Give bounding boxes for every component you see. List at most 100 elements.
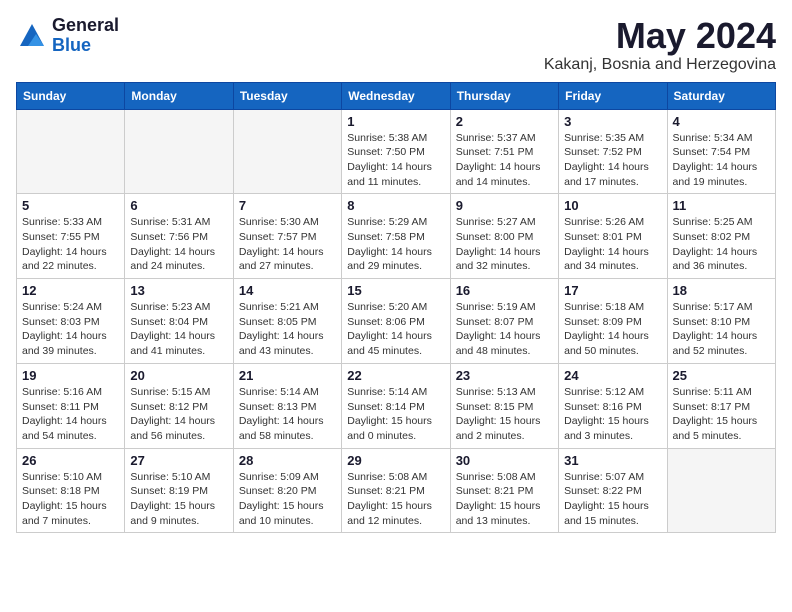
- day-info-line: Sunset: 8:19 PM: [130, 484, 227, 499]
- calendar-week-row: 26Sunrise: 5:10 AMSunset: 8:18 PMDayligh…: [17, 448, 776, 533]
- day-number: 30: [456, 453, 553, 468]
- day-info-line: Daylight: 14 hours and 27 minutes.: [239, 245, 336, 274]
- logo-text: General Blue: [52, 16, 119, 56]
- calendar-cell: 27 Sunrise: 5:10 AMSunset: 8:19 PMDayligh…: [125, 448, 233, 533]
- day-number: 22: [347, 368, 444, 383]
- calendar-cell: [17, 109, 125, 194]
- day-info-line: Sunrise: 5:26 AM: [564, 215, 661, 230]
- day-info-line: Daylight: 15 hours and 9 minutes.: [130, 499, 227, 528]
- day-number: 29: [347, 453, 444, 468]
- day-info-line: Sunrise: 5:33 AM: [22, 215, 119, 230]
- day-info-line: Sunset: 8:14 PM: [347, 400, 444, 415]
- day-info-line: Sunset: 8:10 PM: [673, 315, 770, 330]
- day-info-line: Daylight: 14 hours and 34 minutes.: [564, 245, 661, 274]
- day-info-line: Sunrise: 5:15 AM: [130, 385, 227, 400]
- calendar-week-row: 12Sunrise: 5:24 AMSunset: 8:03 PMDayligh…: [17, 279, 776, 364]
- day-number: 13: [130, 283, 227, 298]
- calendar-cell: 31Sunrise: 5:07 AMSunset: 8:22 PMDayligh…: [559, 448, 667, 533]
- day-info-line: Sunset: 8:20 PM: [239, 484, 336, 499]
- calendar-cell: 7Sunrise: 5:30 AMSunset: 7:57 PMDaylight…: [233, 194, 341, 279]
- day-info-line: Daylight: 14 hours and 19 minutes.: [673, 160, 770, 189]
- day-info-line: Daylight: 15 hours and 7 minutes.: [22, 499, 119, 528]
- day-info-line: Sunset: 8:04 PM: [130, 315, 227, 330]
- day-number: 27: [130, 453, 227, 468]
- day-info-line: Daylight: 14 hours and 11 minutes.: [347, 160, 444, 189]
- day-info-line: Sunrise: 5:10 AM: [22, 470, 119, 485]
- day-info-line: Sunset: 8:07 PM: [456, 315, 553, 330]
- calendar-cell: 21Sunrise: 5:14 AMSunset: 8:13 PMDayligh…: [233, 363, 341, 448]
- day-info-line: Sunrise: 5:08 AM: [347, 470, 444, 485]
- weekday-header: Tuesday: [233, 82, 341, 109]
- calendar-cell: 11Sunrise: 5:25 AMSunset: 8:02 PMDayligh…: [667, 194, 775, 279]
- day-info-line: Sunrise: 5:07 AM: [564, 470, 661, 485]
- day-info-line: Sunset: 7:50 PM: [347, 145, 444, 160]
- day-info-line: Sunrise: 5:34 AM: [673, 131, 770, 146]
- day-number: 2: [456, 114, 553, 129]
- calendar-cell: 23Sunrise: 5:13 AMSunset: 8:15 PMDayligh…: [450, 363, 558, 448]
- logo-icon: [16, 20, 48, 52]
- calendar-cell: 24Sunrise: 5:12 AMSunset: 8:16 PMDayligh…: [559, 363, 667, 448]
- calendar-cell: 2Sunrise: 5:37 AMSunset: 7:51 PMDaylight…: [450, 109, 558, 194]
- month-title: May 2024: [544, 16, 776, 56]
- day-info-line: Daylight: 14 hours and 52 minutes.: [673, 329, 770, 358]
- calendar-cell: 15Sunrise: 5:20 AMSunset: 8:06 PMDayligh…: [342, 279, 450, 364]
- location: Kakanj, Bosnia and Herzegovina: [544, 56, 776, 74]
- calendar-cell: [233, 109, 341, 194]
- day-info-line: Sunrise: 5:24 AM: [22, 300, 119, 315]
- title-area: May 2024 Kakanj, Bosnia and Herzegovina: [544, 16, 776, 74]
- day-info-line: Sunrise: 5:13 AM: [456, 385, 553, 400]
- day-info-line: Daylight: 14 hours and 32 minutes.: [456, 245, 553, 274]
- calendar-cell: 26Sunrise: 5:10 AMSunset: 8:18 PMDayligh…: [17, 448, 125, 533]
- calendar-week-row: 1Sunrise: 5:38 AMSunset: 7:50 PMDaylight…: [17, 109, 776, 194]
- day-info-line: Daylight: 14 hours and 14 minutes.: [456, 160, 553, 189]
- day-info-line: Daylight: 15 hours and 13 minutes.: [456, 499, 553, 528]
- day-info-line: Daylight: 14 hours and 17 minutes.: [564, 160, 661, 189]
- weekday-header: Monday: [125, 82, 233, 109]
- page-header: General Blue May 2024 Kakanj, Bosnia and…: [16, 16, 776, 74]
- day-number: 23: [456, 368, 553, 383]
- day-number: 14: [239, 283, 336, 298]
- day-info-line: Sunset: 7:54 PM: [673, 145, 770, 160]
- calendar-cell: 19Sunrise: 5:16 AMSunset: 8:11 PMDayligh…: [17, 363, 125, 448]
- day-info-line: Sunset: 8:02 PM: [673, 230, 770, 245]
- day-info-line: Daylight: 14 hours and 58 minutes.: [239, 414, 336, 443]
- day-info-line: Sunrise: 5:38 AM: [347, 131, 444, 146]
- day-number: 1: [347, 114, 444, 129]
- weekday-header: Thursday: [450, 82, 558, 109]
- calendar-cell: 17Sunrise: 5:18 AMSunset: 8:09 PMDayligh…: [559, 279, 667, 364]
- day-info-line: Sunset: 8:03 PM: [22, 315, 119, 330]
- day-info-line: Daylight: 14 hours and 45 minutes.: [347, 329, 444, 358]
- calendar-cell: 25Sunrise: 5:11 AMSunset: 8:17 PMDayligh…: [667, 363, 775, 448]
- day-info-line: Sunrise: 5:19 AM: [456, 300, 553, 315]
- calendar-cell: [667, 448, 775, 533]
- day-number: 11: [673, 198, 770, 213]
- day-info-line: Sunrise: 5:20 AM: [347, 300, 444, 315]
- day-number: 8: [347, 198, 444, 213]
- calendar-cell: 22Sunrise: 5:14 AMSunset: 8:14 PMDayligh…: [342, 363, 450, 448]
- day-info-line: Sunrise: 5:16 AM: [22, 385, 119, 400]
- weekday-header-row: SundayMondayTuesdayWednesdayThursdayFrid…: [17, 82, 776, 109]
- day-number: 20: [130, 368, 227, 383]
- calendar-cell: 1 Sunrise: 5:38 AMSunset: 7:50 PMDaylight…: [342, 109, 450, 194]
- day-number: 25: [673, 368, 770, 383]
- calendar-week-row: 19Sunrise: 5:16 AMSunset: 8:11 PMDayligh…: [17, 363, 776, 448]
- logo-general: General: [52, 16, 119, 36]
- calendar-cell: 20Sunrise: 5:15 AMSunset: 8:12 PMDayligh…: [125, 363, 233, 448]
- day-info-line: Sunrise: 5:31 AM: [130, 215, 227, 230]
- day-number: 7: [239, 198, 336, 213]
- day-info-line: Sunset: 7:58 PM: [347, 230, 444, 245]
- day-info-line: Sunset: 8:13 PM: [239, 400, 336, 415]
- day-info-line: Daylight: 14 hours and 41 minutes.: [130, 329, 227, 358]
- calendar-cell: 14Sunrise: 5:21 AMSunset: 8:05 PMDayligh…: [233, 279, 341, 364]
- logo: General Blue: [16, 16, 119, 56]
- day-info-line: Sunrise: 5:17 AM: [673, 300, 770, 315]
- day-info-line: Daylight: 15 hours and 3 minutes.: [564, 414, 661, 443]
- calendar-cell: 29Sunrise: 5:08 AMSunset: 8:21 PMDayligh…: [342, 448, 450, 533]
- day-number: 17: [564, 283, 661, 298]
- day-info-line: Sunrise: 5:10 AM: [130, 470, 227, 485]
- day-info-line: Sunset: 8:01 PM: [564, 230, 661, 245]
- calendar-week-row: 5Sunrise: 5:33 AMSunset: 7:55 PMDaylight…: [17, 194, 776, 279]
- calendar-cell: 18Sunrise: 5:17 AMSunset: 8:10 PMDayligh…: [667, 279, 775, 364]
- day-info-line: Sunset: 8:11 PM: [22, 400, 119, 415]
- day-info-line: Sunset: 8:22 PM: [564, 484, 661, 499]
